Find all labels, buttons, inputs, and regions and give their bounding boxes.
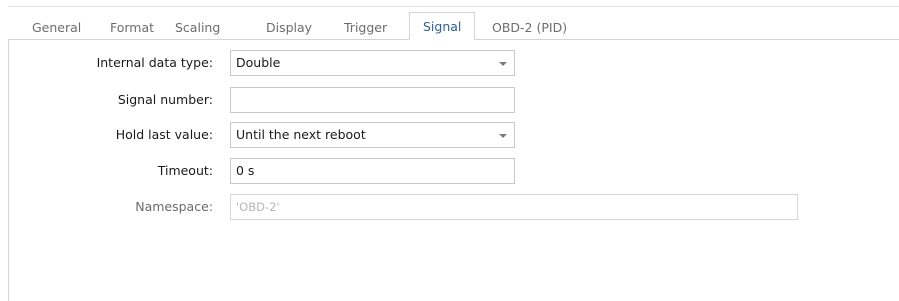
timeout-input[interactable]: 0 s <box>230 158 515 184</box>
timeout-label: Timeout: <box>157 163 213 178</box>
timeout-value: 0 s <box>236 163 255 178</box>
tab-obd2-pid[interactable]: OBD-2 (PID) <box>492 16 567 40</box>
signal-properties-window: General Format Scaling Display Trigger S… <box>0 0 899 301</box>
signal-tab-panel: Internal data type: Double Signal number… <box>8 40 899 301</box>
tab-signal[interactable]: Signal <box>409 12 476 40</box>
tab-trigger[interactable]: Trigger <box>344 16 387 40</box>
tab-strip: General Format Scaling Display Trigger S… <box>8 6 899 40</box>
namespace-value: 'OBD-2' <box>236 200 280 214</box>
internal-data-type-label: Internal data type: <box>96 55 213 70</box>
chevron-down-icon[interactable] <box>499 134 507 138</box>
hold-last-value-label: Hold last value: <box>115 127 213 142</box>
tab-format[interactable]: Format <box>110 16 154 40</box>
internal-data-type-value: Double <box>236 55 281 70</box>
namespace-label: Namespace: <box>135 199 213 214</box>
namespace-input: 'OBD-2' <box>230 194 798 220</box>
signal-number-label: Signal number: <box>117 92 213 107</box>
signal-number-input[interactable] <box>230 87 515 113</box>
tab-scaling[interactable]: Scaling <box>175 16 220 40</box>
hold-last-value-value: Until the next reboot <box>236 127 366 142</box>
tab-display[interactable]: Display <box>266 16 312 40</box>
tab-general[interactable]: General <box>32 16 81 40</box>
internal-data-type-select[interactable]: Double <box>230 50 515 76</box>
chevron-down-icon[interactable] <box>499 62 507 66</box>
hold-last-value-select[interactable]: Until the next reboot <box>230 122 515 148</box>
